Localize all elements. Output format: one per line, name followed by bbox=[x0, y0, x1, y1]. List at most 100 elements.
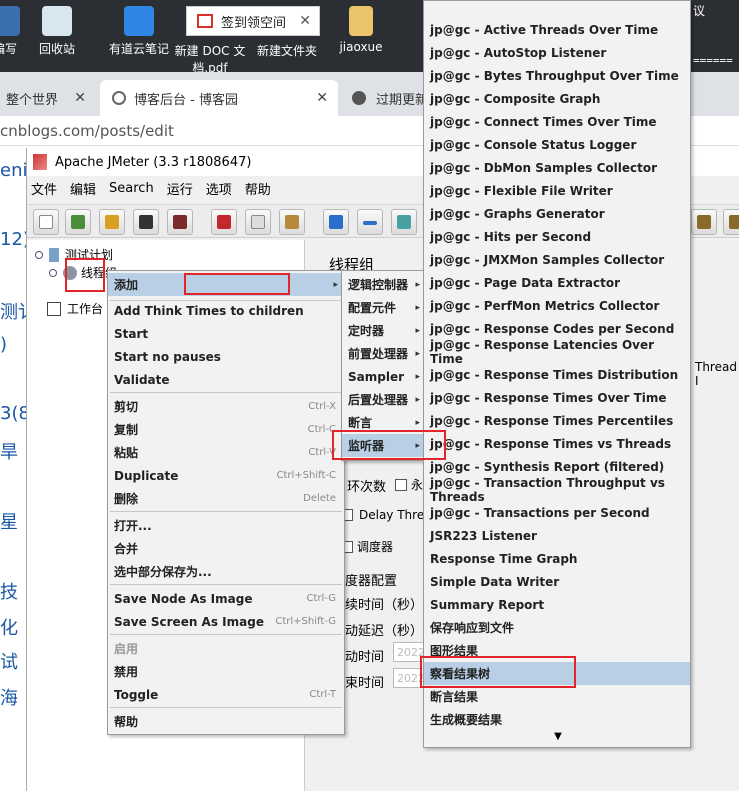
desktop-icon-pdf[interactable]: 新建 DOC 文档.pdf bbox=[170, 42, 250, 76]
listener-menu-item[interactable]: jp@gc - Connect Times Over Time bbox=[424, 110, 690, 133]
submenu-arrow-icon: ▸ bbox=[415, 325, 420, 336]
forever-checkbox[interactable]: 永 bbox=[395, 476, 423, 493]
menu-item-config-element[interactable]: 配置元件 ▸ bbox=[342, 296, 426, 319]
listener-menu-item[interactable]: jp@gc - Flexible File Writer bbox=[424, 179, 690, 202]
menu-item-duplicate[interactable]: Duplicate Ctrl+Shift-C bbox=[108, 464, 344, 487]
menu-item-toggle[interactable]: Toggle Ctrl-T bbox=[108, 683, 344, 706]
menu-item-add-think-times[interactable]: Add Think Times to children bbox=[108, 299, 344, 322]
menu-item-cut[interactable]: 剪切 Ctrl-X bbox=[108, 395, 344, 418]
listener-menu-item[interactable]: jp@gc - Graphs Generator bbox=[424, 202, 690, 225]
menu-item-help[interactable]: 帮助 bbox=[108, 710, 344, 733]
listener-menu-item[interactable]: jp@gc - JMXMon Samples Collector bbox=[424, 248, 690, 271]
expand-button[interactable] bbox=[323, 209, 349, 235]
menu-item-merge[interactable]: 合并 bbox=[108, 537, 344, 560]
menu-item-open[interactable]: 打开... bbox=[108, 514, 344, 537]
menu-item-label: 复制 bbox=[114, 423, 139, 437]
collapse-button[interactable] bbox=[357, 209, 383, 235]
listener-menu-item[interactable]: jp@gc - Transaction Throughput vs Thread… bbox=[424, 476, 690, 504]
menu-item-disable[interactable]: 禁用 bbox=[108, 660, 344, 683]
desktop-icon-new-folder[interactable]: 新建文件夹 bbox=[252, 42, 322, 59]
menu-help[interactable]: 帮助 bbox=[245, 179, 271, 198]
listener-menu-item[interactable]: jp@gc - Response Times vs Threads bbox=[424, 432, 690, 455]
clear-all-button[interactable] bbox=[723, 209, 739, 235]
desktop-icon-recycle-bin[interactable]: 回收站 bbox=[22, 6, 92, 57]
listener-menu-item[interactable]: jp@gc - Transactions per Second bbox=[424, 501, 690, 524]
tab-world[interactable]: 整个世界 ✕ bbox=[0, 80, 96, 116]
menu-item-start[interactable]: Start bbox=[108, 322, 344, 345]
submenu-arrow-icon: ▸ bbox=[333, 279, 338, 290]
menu-item-label: Toggle bbox=[114, 687, 159, 702]
menu-item-label: jp@gc - Response Times Over Time bbox=[430, 390, 667, 405]
menu-item-copy[interactable]: 复制 Ctrl-C bbox=[108, 418, 344, 441]
submenu-arrow-icon: ▸ bbox=[415, 279, 420, 290]
listener-menu-item[interactable]: jp@gc - Active Threads Over Time bbox=[424, 18, 690, 41]
cut-button[interactable] bbox=[211, 209, 237, 235]
listener-menu-item[interactable]: JSR223 Listener bbox=[424, 524, 690, 547]
menu-item-timer[interactable]: 定时器 ▸ bbox=[342, 319, 426, 342]
listener-menu-item[interactable]: jp@gc - Response Times Percentiles bbox=[424, 409, 690, 432]
notification-popup[interactable]: 签到领空间 ✕ bbox=[186, 6, 320, 36]
broom-button[interactable] bbox=[691, 209, 717, 235]
menu-item-label: 逻辑控制器 bbox=[348, 278, 409, 292]
delay-thread-checkbox[interactable]: Delay Threa bbox=[341, 508, 432, 522]
listener-menu-item[interactable]: 断言结果 bbox=[424, 685, 690, 708]
listener-menu-item[interactable]: Simple Data Writer bbox=[424, 570, 690, 593]
listener-menu-item[interactable]: jp@gc - Response Latencies Over Time bbox=[424, 338, 690, 366]
menu-item-post-processor[interactable]: 后置处理器 ▸ bbox=[342, 388, 426, 411]
tab-blog-admin[interactable]: 博客后台 - 博客园 ✕ bbox=[100, 80, 338, 116]
menu-edit[interactable]: 编辑 bbox=[70, 179, 96, 198]
listener-menu-item[interactable]: jp@gc - Composite Graph bbox=[424, 87, 690, 110]
new-button[interactable] bbox=[33, 209, 59, 235]
listener-menu-item[interactable]: jp@gc - AutoStop Listener bbox=[424, 41, 690, 64]
save-as-button[interactable] bbox=[167, 209, 193, 235]
desktop-icon-jiaoxue[interactable]: jiaoxue bbox=[326, 6, 396, 54]
templates-button[interactable] bbox=[65, 209, 91, 235]
menu-separator bbox=[110, 634, 342, 635]
menu-item-start-no-pauses[interactable]: Start no pauses bbox=[108, 345, 344, 368]
menu-item-save-screen-image[interactable]: Save Screen As Image Ctrl+Shift-G bbox=[108, 610, 344, 633]
listener-menu-item[interactable]: jp@gc - DbMon Samples Collector bbox=[424, 156, 690, 179]
listener-menu-item[interactable]: jp@gc - Page Data Extractor bbox=[424, 271, 690, 294]
tree-toggle-icon[interactable] bbox=[35, 250, 43, 259]
menu-item-logic-controller[interactable]: 逻辑控制器 ▸ bbox=[342, 273, 426, 296]
menu-options[interactable]: 选项 bbox=[206, 179, 232, 198]
listener-menu-item[interactable]: jp@gc - Response Times Over Time bbox=[424, 386, 690, 409]
listener-menu-item[interactable]: jp@gc - Bytes Throughput Over Time bbox=[424, 64, 690, 87]
menu-item-sampler[interactable]: Sampler ▸ bbox=[342, 365, 426, 388]
close-icon[interactable]: ✕ bbox=[316, 90, 328, 106]
menu-item-label: Add Think Times to children bbox=[114, 303, 304, 318]
listener-menu-item[interactable]: jp@gc - Hits per Second bbox=[424, 225, 690, 248]
open-button[interactable] bbox=[99, 209, 125, 235]
desktop-icon-youdao[interactable]: 有道云笔记 bbox=[98, 6, 180, 57]
menu-item-save-selection[interactable]: 选中部分保存为... bbox=[108, 560, 344, 583]
menu-run[interactable]: 运行 bbox=[167, 179, 193, 198]
menu-file[interactable]: 文件 bbox=[31, 179, 57, 198]
menu-item-save-node-image[interactable]: Save Node As Image Ctrl-G bbox=[108, 587, 344, 610]
listener-menu-item[interactable]: jp@gc - PerfMon Metrics Collector bbox=[424, 294, 690, 317]
copy-button[interactable] bbox=[245, 209, 271, 235]
menu-item-paste[interactable]: 粘贴 Ctrl-V bbox=[108, 441, 344, 464]
scroll-down-icon[interactable]: ▼ bbox=[424, 731, 692, 742]
menu-item-label: 生成概要结果 bbox=[430, 713, 503, 727]
menu-shortcut: Ctrl-X bbox=[308, 401, 336, 412]
tree-node-workbench[interactable]: 工作台 bbox=[47, 300, 103, 317]
listener-menu-item[interactable]: 生成概要结果 bbox=[424, 708, 690, 731]
paste-button[interactable] bbox=[279, 209, 305, 235]
menu-item-pre-processor[interactable]: 前置处理器 ▸ bbox=[342, 342, 426, 365]
flask-icon bbox=[49, 247, 59, 262]
tree-toggle-icon[interactable] bbox=[49, 268, 57, 277]
save-button[interactable] bbox=[133, 209, 159, 235]
close-icon[interactable]: ✕ bbox=[299, 13, 311, 29]
listener-menu-item[interactable]: jp@gc - Console Status Logger bbox=[424, 133, 690, 156]
listener-menu-item[interactable]: jp@gc - Response Times Distribution bbox=[424, 363, 690, 386]
menu-item-validate[interactable]: Validate bbox=[108, 368, 344, 391]
toggle-button[interactable] bbox=[391, 209, 417, 235]
menu-search[interactable]: Search bbox=[109, 181, 154, 196]
menu-item-label: jp@gc - Response Times Distribution bbox=[430, 367, 679, 382]
scheduler-checkbox[interactable]: 调度器 bbox=[341, 538, 393, 555]
listener-menu-item[interactable]: 保存响应到文件 bbox=[424, 616, 690, 639]
listener-menu-item[interactable]: Summary Report bbox=[424, 593, 690, 616]
close-icon[interactable]: ✕ bbox=[74, 90, 86, 106]
menu-item-delete[interactable]: 删除 Delete bbox=[108, 487, 344, 510]
listener-menu-item[interactable]: Response Time Graph bbox=[424, 547, 690, 570]
